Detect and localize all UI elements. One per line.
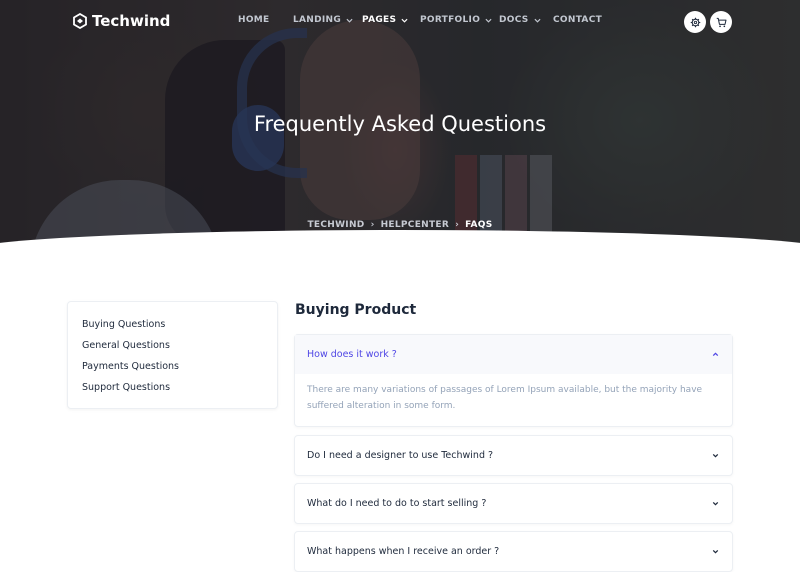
breadcrumb-current: FAQS	[465, 220, 493, 230]
sidebar-link-payments[interactable]: Payments Questions	[82, 356, 263, 377]
cart-icon	[716, 17, 726, 27]
faq-answer: There are many variations of passages of…	[307, 385, 703, 411]
breadcrumb-helpcenter[interactable]: HELPCENTER	[381, 220, 450, 230]
faq-category-sidebar: Buying Questions General Questions Payme…	[67, 301, 278, 409]
section-title: Buying Product	[295, 302, 417, 318]
nav-docs[interactable]: DOCS	[499, 15, 553, 25]
chevron-down-icon	[401, 18, 408, 23]
chevron-down-icon	[712, 501, 719, 506]
faq-question: What happens when I receive an order ?	[307, 546, 500, 557]
main-menu: HOME LANDING PAGES PORTFOLIO DOCS CONTAC…	[238, 15, 602, 25]
sidebar-link-support[interactable]: Support Questions	[82, 377, 263, 398]
faq-question: How does it work ?	[307, 349, 397, 360]
nav-landing[interactable]: LANDING	[293, 15, 362, 25]
faq-question: What do I need to do to start selling ?	[307, 498, 487, 509]
settings-button[interactable]	[684, 11, 706, 33]
nav-pages[interactable]: PAGES	[362, 15, 420, 25]
breadcrumb: TECHWIND › HELPCENTER › FAQS	[0, 220, 800, 230]
chevron-down-icon	[712, 453, 719, 458]
faq-question: Do I need a designer to use Techwind ?	[307, 450, 494, 461]
nav-pages-label: PAGES	[362, 15, 397, 25]
cart-button[interactable]	[710, 11, 732, 33]
faq-item: What do I need to do to start selling ?	[294, 483, 733, 524]
faq-item: What happens when I receive an order ?	[294, 531, 733, 572]
settings-icon	[690, 17, 700, 27]
chevron-right-icon: ›	[455, 220, 460, 230]
faq-item: Do I need a designer to use Techwind ?	[294, 435, 733, 476]
faq-question-button[interactable]: What do I need to do to start selling ?	[295, 484, 732, 523]
faq-question-button[interactable]: How does it work ?	[295, 335, 732, 374]
hero-banner: Techwind HOME LANDING PAGES PORTFOLIO DO…	[0, 0, 800, 245]
brand-name: Techwind	[92, 12, 171, 30]
nav-portfolio[interactable]: PORTFOLIO	[420, 15, 499, 25]
top-navbar: Techwind HOME LANDING PAGES PORTFOLIO DO…	[0, 0, 800, 44]
faq-question-button[interactable]: What happens when I receive an order ?	[295, 532, 732, 571]
page-title: Frequently Asked Questions	[253, 112, 547, 136]
chevron-down-icon	[485, 18, 492, 23]
logo-mark-icon	[73, 13, 87, 29]
chevron-down-icon	[712, 549, 719, 554]
nav-landing-label: LANDING	[293, 15, 342, 25]
chevron-down-icon	[346, 18, 353, 23]
faq-question-button[interactable]: Do I need a designer to use Techwind ?	[295, 436, 732, 475]
faq-item: How does it work ? There are many variat…	[294, 334, 733, 427]
nav-docs-label: DOCS	[499, 15, 529, 25]
nav-home[interactable]: HOME	[238, 15, 293, 25]
nav-contact[interactable]: CONTACT	[553, 15, 602, 25]
chevron-right-icon: ›	[370, 220, 375, 230]
chevron-up-icon	[712, 352, 719, 357]
chevron-down-icon	[534, 18, 541, 23]
sidebar-link-general[interactable]: General Questions	[82, 335, 263, 356]
sidebar-link-buying[interactable]: Buying Questions	[82, 314, 263, 335]
nav-contact-label: CONTACT	[553, 15, 603, 25]
nav-home-label: HOME	[238, 15, 270, 25]
nav-portfolio-label: PORTFOLIO	[420, 15, 481, 25]
breadcrumb-techwind[interactable]: TECHWIND	[307, 220, 364, 230]
logo[interactable]: Techwind	[72, 12, 170, 30]
